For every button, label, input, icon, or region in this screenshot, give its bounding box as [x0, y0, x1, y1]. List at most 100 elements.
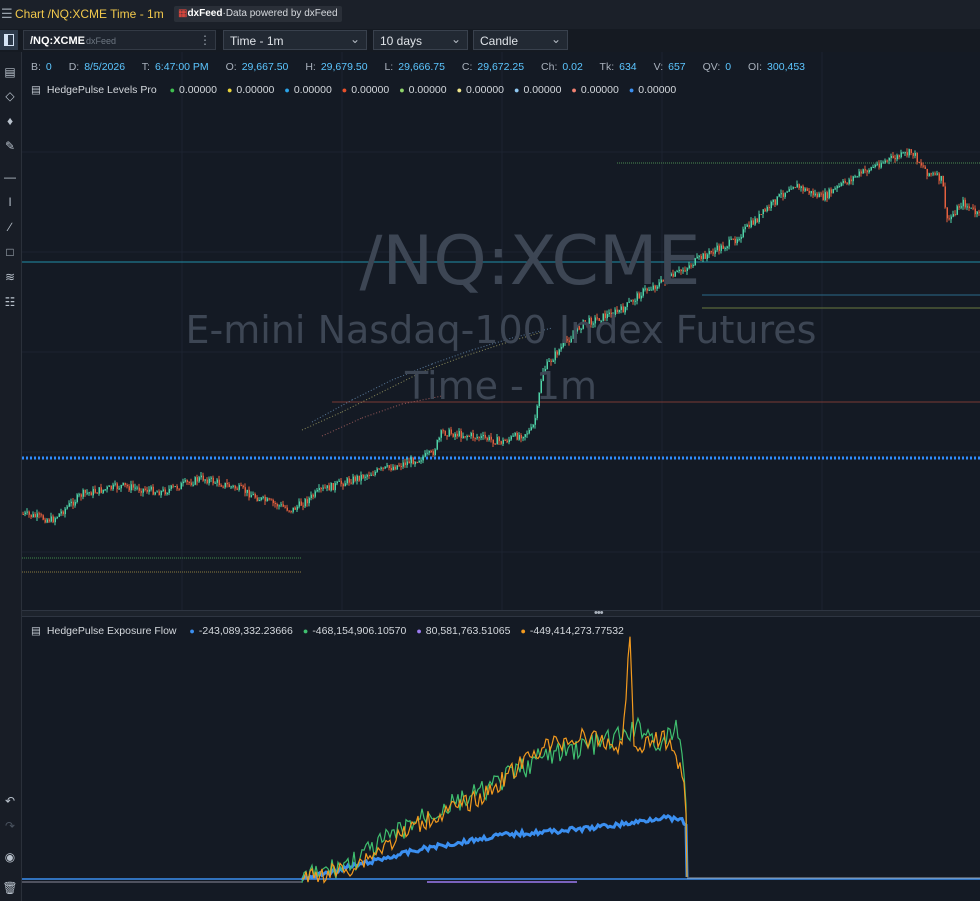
price-chart-pane[interactable]: /NQ:XCME E-mini Nasdaq-100 Index Futures…	[22, 52, 980, 610]
candle-body	[484, 434, 486, 438]
dxfeed-badge[interactable]: ▦dxFeed·Data powered by dxFeed	[174, 6, 342, 22]
candle-body	[934, 173, 936, 175]
candle-body	[764, 209, 766, 212]
chart-toolbar: /NQ:XCME dxFeed ⋮ Time - 1m ⌄ 10 days ⌄ …	[0, 29, 980, 53]
bar-list-icon[interactable]: ☷	[2, 294, 18, 310]
eye-icon[interactable]: ◉	[2, 849, 18, 865]
flow-indicator-name: HedgePulse Exposure Flow	[46, 625, 177, 637]
candle-body	[952, 214, 954, 217]
candle-body	[848, 179, 850, 184]
undo-icon[interactable]: ↶	[2, 793, 18, 809]
candle-body	[332, 482, 334, 491]
ohlc-b-label: B:	[31, 61, 41, 73]
timeframe-dropdown[interactable]: Time - 1m ⌄	[223, 30, 367, 50]
candle-body	[160, 490, 162, 496]
candle-body	[474, 437, 476, 439]
chart-type-dropdown[interactable]: Candle ⌄	[473, 30, 568, 50]
series-dot-icon: ●	[284, 85, 290, 95]
candle-body	[806, 188, 808, 191]
candle-body	[772, 199, 774, 202]
candle-body	[888, 157, 890, 161]
candle-body	[476, 437, 478, 439]
layers-icon[interactable]: ◇	[2, 88, 18, 104]
candle-body	[180, 483, 182, 490]
toggle-panel-button[interactable]	[0, 30, 18, 50]
bell-icon[interactable]: ♦	[2, 113, 18, 129]
flow-indicator-legend[interactable]: ▤ HedgePulse Exposure Flow ● -243,089,332.…	[31, 625, 624, 637]
trash-icon[interactable]: 🗑	[2, 880, 18, 896]
bar-chart-icon[interactable]: ▤	[2, 64, 18, 80]
ohlc-readout: B: 0 D: 8/5/2026 T: 6:47:00 PM O: 29,667.50 …	[31, 61, 819, 73]
candle-body	[892, 155, 894, 158]
fibonacci-icon[interactable]: ≋	[2, 269, 18, 285]
dxfeed-logo-text: dxFeed	[187, 8, 223, 19]
levels-indicator-legend[interactable]: ▤ HedgePulse Levels Pro ● 0.00000 ● 0.00000 ●…	[31, 84, 676, 96]
candle-body	[114, 483, 116, 485]
pencil-ruler-icon[interactable]: ✎	[2, 138, 18, 154]
candle-body	[866, 170, 868, 173]
kebab-menu-icon[interactable]: ⋮	[199, 33, 211, 47]
candle-body	[450, 429, 452, 434]
indicator-icon: ▤	[31, 84, 41, 96]
flow-blue-line	[300, 813, 689, 882]
candle-body	[176, 486, 178, 489]
candle-body	[56, 516, 58, 519]
candle-body	[162, 489, 164, 491]
levels-value-2: ● 0.00000	[284, 84, 331, 96]
candle-body	[172, 485, 174, 487]
candle-body	[336, 481, 338, 484]
candle-body	[44, 519, 46, 523]
pane-resize-divider[interactable]: •••	[22, 607, 980, 619]
candle-body	[214, 482, 216, 484]
levels-value-text: 0.00000	[351, 84, 390, 96]
candle-body	[102, 489, 104, 493]
exposure-flow-canvas[interactable]	[22, 617, 980, 901]
trend-line-icon[interactable]: ∕	[2, 219, 18, 235]
candle-body	[132, 484, 134, 488]
candle-body	[812, 190, 814, 196]
candle-body	[816, 193, 818, 198]
levels-value-text: 0.00000	[523, 84, 562, 96]
symbol-source: dxFeed	[86, 36, 117, 46]
vertical-line-icon[interactable]: ǀ	[2, 194, 18, 210]
candle-body	[500, 441, 502, 444]
period-dropdown[interactable]: 10 days ⌄	[373, 30, 468, 50]
candle-body	[974, 208, 976, 215]
candle-body	[912, 153, 914, 156]
candle-body	[784, 192, 786, 197]
candle-body	[432, 451, 434, 456]
candle-body	[146, 489, 148, 492]
hamburger-icon[interactable]: ☰	[1, 6, 13, 21]
candle-body	[154, 492, 156, 495]
candle-body	[492, 439, 494, 444]
candle-body	[486, 437, 488, 440]
rectangle-icon[interactable]: □	[2, 244, 18, 260]
candle-body	[878, 163, 880, 168]
candle-body	[382, 467, 384, 469]
candle-body	[452, 433, 454, 437]
candle-body	[406, 461, 408, 466]
symbol-selector[interactable]: /NQ:XCME dxFeed ⋮	[23, 30, 216, 50]
candle-body	[282, 504, 284, 507]
candle-body	[960, 206, 962, 208]
horizontal-line-icon[interactable]: —	[2, 169, 18, 185]
candle-body	[60, 511, 62, 514]
flow-value-0: ● -243,089,332.23666	[189, 625, 292, 637]
candle-body	[814, 193, 816, 196]
ohlc-l-value: 29,666.75	[398, 61, 445, 73]
candle-body	[314, 491, 316, 497]
ohlc-tk-value: 634	[619, 61, 637, 73]
series-dot-icon: ●	[628, 85, 635, 95]
candle-body	[62, 511, 64, 515]
candle-body	[184, 480, 186, 482]
redo-icon[interactable]: ↷	[2, 818, 18, 834]
exposure-flow-pane[interactable]: ▤ HedgePulse Exposure Flow ● -243,089,332.…	[22, 617, 980, 901]
candle-body	[930, 173, 932, 175]
candle-body	[904, 152, 906, 154]
candle-body	[516, 433, 518, 440]
candle-body	[128, 486, 130, 491]
candle-body	[522, 436, 524, 439]
candle-body	[438, 437, 440, 440]
candle-body	[398, 465, 400, 467]
candle-body	[118, 488, 120, 490]
